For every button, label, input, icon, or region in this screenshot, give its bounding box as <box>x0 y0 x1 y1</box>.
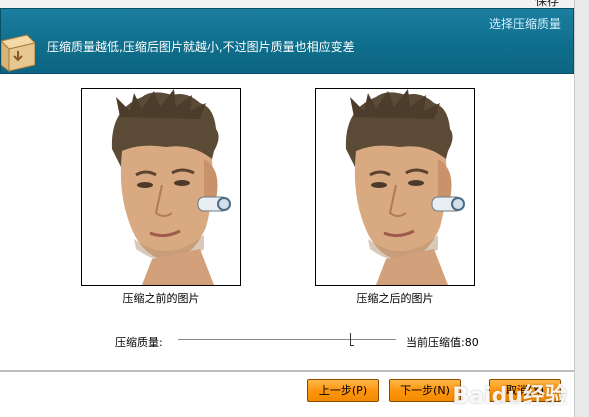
after-image-frame <box>315 88 475 286</box>
before-image-caption: 压缩之前的图片 <box>122 292 200 305</box>
current-compression-value: 当前压缩值:80 <box>406 336 479 349</box>
step-title: 选择压缩质量 <box>488 17 561 31</box>
window-right-edge <box>574 0 589 417</box>
previous-step-button[interactable]: 上一步(P) <box>307 379 379 402</box>
portrait-before-image <box>82 89 240 285</box>
portrait-after-image <box>316 89 474 285</box>
before-image-frame <box>81 88 241 286</box>
compression-quality-slider[interactable] <box>178 339 396 341</box>
step-header: 选择压缩质量 压缩质量越低,压缩后图片就越小,不过图片质量也相应变差 <box>0 8 574 74</box>
slider-thumb[interactable] <box>350 333 355 346</box>
next-step-button[interactable]: 下一步(N) <box>389 379 461 402</box>
footer-divider <box>0 370 574 373</box>
package-box-icon <box>1 34 35 72</box>
after-image-caption: 压缩之后的图片 <box>356 292 434 305</box>
baidu-watermark-url: jingyan.baidu.com <box>483 402 567 412</box>
header-description: 压缩质量越低,压缩后图片就越小,不过图片质量也相应变差 <box>47 40 355 54</box>
compression-quality-label: 压缩质量: <box>115 336 163 349</box>
